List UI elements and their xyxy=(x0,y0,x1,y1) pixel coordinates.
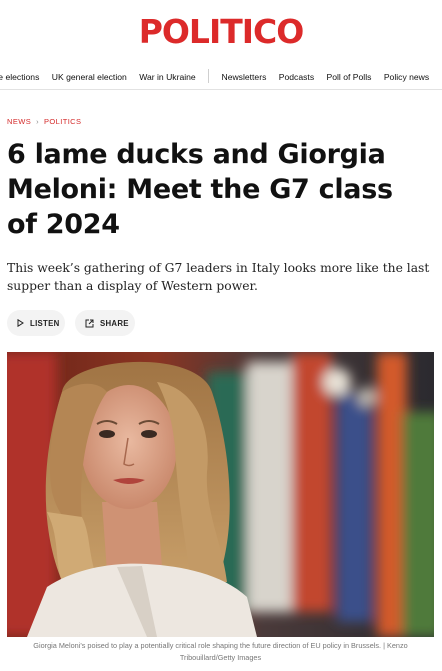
share-icon xyxy=(85,319,94,328)
chevron-right-icon: › xyxy=(36,117,40,126)
nav-item-uk-general-election[interactable]: UK general election xyxy=(52,72,127,82)
article-dek: This week’s gathering of G7 leaders in I… xyxy=(7,261,430,293)
nav-item-podcasts[interactable]: Podcasts xyxy=(279,72,314,82)
nav-divider xyxy=(208,69,210,83)
nav-item-war-in-ukraine[interactable]: War in Ukraine xyxy=(139,72,196,82)
image-caption: Giorgia Meloni's poised to play a potent… xyxy=(33,641,408,662)
nav-item-elections[interactable]: ce elections xyxy=(0,72,39,82)
share-button[interactable]: SHARE xyxy=(75,310,135,336)
politico-logo[interactable]: POLITICO xyxy=(0,12,442,51)
play-icon xyxy=(17,319,24,327)
nav-item-poll-of-polls[interactable]: Poll of Polls xyxy=(327,72,372,82)
top-navigation: ce elections UK general election War in … xyxy=(0,62,442,90)
nav-items-row: ce elections UK general election War in … xyxy=(0,69,439,83)
nav-item-policy-news[interactable]: Policy news xyxy=(384,72,429,82)
share-label: SHARE xyxy=(100,318,129,328)
article-headline: 6 lame ducks and Giorgia Meloni: Meet th… xyxy=(7,139,393,240)
breadcrumb-politics[interactable]: POLITICS xyxy=(44,117,81,126)
breadcrumb-news[interactable]: NEWS xyxy=(7,117,31,126)
listen-label: LISTEN xyxy=(30,318,60,328)
article-hero-image xyxy=(7,352,434,637)
hero-photo-giorgia-meloni xyxy=(7,352,434,637)
breadcrumb: NEWS › POLITICS xyxy=(7,117,81,126)
nav-item-newsletters[interactable]: Newsletters xyxy=(221,72,266,82)
listen-button[interactable]: LISTEN xyxy=(7,310,65,336)
